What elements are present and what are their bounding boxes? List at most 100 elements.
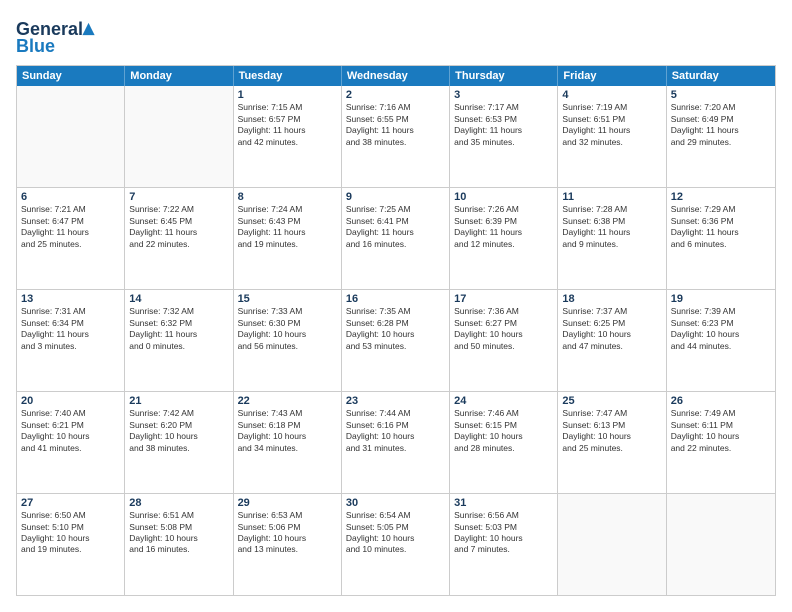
day-info: Sunrise: 6:54 AM Sunset: 5:05 PM Dayligh… <box>346 510 445 556</box>
day-info: Sunrise: 7:47 AM Sunset: 6:13 PM Dayligh… <box>562 408 661 454</box>
day-info: Sunrise: 6:56 AM Sunset: 5:03 PM Dayligh… <box>454 510 553 556</box>
day-info: Sunrise: 7:16 AM Sunset: 6:55 PM Dayligh… <box>346 102 445 148</box>
day-cell-9: 9Sunrise: 7:25 AM Sunset: 6:41 PM Daylig… <box>342 188 450 289</box>
day-info: Sunrise: 7:17 AM Sunset: 6:53 PM Dayligh… <box>454 102 553 148</box>
day-number: 20 <box>21 395 120 407</box>
day-cell-11: 11Sunrise: 7:28 AM Sunset: 6:38 PM Dayli… <box>558 188 666 289</box>
calendar-row-2: 13Sunrise: 7:31 AM Sunset: 6:34 PM Dayli… <box>17 289 775 391</box>
day-cell-19: 19Sunrise: 7:39 AM Sunset: 6:23 PM Dayli… <box>667 290 775 391</box>
day-info: Sunrise: 7:15 AM Sunset: 6:57 PM Dayligh… <box>238 102 337 148</box>
day-cell-10: 10Sunrise: 7:26 AM Sunset: 6:39 PM Dayli… <box>450 188 558 289</box>
day-number: 9 <box>346 191 445 203</box>
day-number: 21 <box>129 395 228 407</box>
day-number: 17 <box>454 293 553 305</box>
day-number: 25 <box>562 395 661 407</box>
day-number: 3 <box>454 89 553 101</box>
day-info: Sunrise: 7:33 AM Sunset: 6:30 PM Dayligh… <box>238 306 337 352</box>
header-day-monday: Monday <box>125 66 233 86</box>
day-cell-23: 23Sunrise: 7:44 AM Sunset: 6:16 PM Dayli… <box>342 392 450 493</box>
day-cell-16: 16Sunrise: 7:35 AM Sunset: 6:28 PM Dayli… <box>342 290 450 391</box>
day-cell-5: 5Sunrise: 7:20 AM Sunset: 6:49 PM Daylig… <box>667 86 775 187</box>
calendar: SundayMondayTuesdayWednesdayThursdayFrid… <box>16 65 776 596</box>
day-cell-28: 28Sunrise: 6:51 AM Sunset: 5:08 PM Dayli… <box>125 494 233 595</box>
day-cell-27: 27Sunrise: 6:50 AM Sunset: 5:10 PM Dayli… <box>17 494 125 595</box>
day-number: 12 <box>671 191 771 203</box>
empty-cell-0-1 <box>125 86 233 187</box>
day-info: Sunrise: 7:21 AM Sunset: 6:47 PM Dayligh… <box>21 204 120 250</box>
day-info: Sunrise: 7:26 AM Sunset: 6:39 PM Dayligh… <box>454 204 553 250</box>
logo-bird-icon: ▴ <box>83 15 94 40</box>
header-day-wednesday: Wednesday <box>342 66 450 86</box>
day-cell-4: 4Sunrise: 7:19 AM Sunset: 6:51 PM Daylig… <box>558 86 666 187</box>
day-number: 1 <box>238 89 337 101</box>
day-number: 15 <box>238 293 337 305</box>
day-cell-2: 2Sunrise: 7:16 AM Sunset: 6:55 PM Daylig… <box>342 86 450 187</box>
day-info: Sunrise: 7:44 AM Sunset: 6:16 PM Dayligh… <box>346 408 445 454</box>
day-cell-29: 29Sunrise: 6:53 AM Sunset: 5:06 PM Dayli… <box>234 494 342 595</box>
day-cell-26: 26Sunrise: 7:49 AM Sunset: 6:11 PM Dayli… <box>667 392 775 493</box>
logo-blue: Blue <box>16 36 55 57</box>
day-cell-21: 21Sunrise: 7:42 AM Sunset: 6:20 PM Dayli… <box>125 392 233 493</box>
day-number: 19 <box>671 293 771 305</box>
day-info: Sunrise: 7:46 AM Sunset: 6:15 PM Dayligh… <box>454 408 553 454</box>
empty-cell-0-0 <box>17 86 125 187</box>
calendar-body: 1Sunrise: 7:15 AM Sunset: 6:57 PM Daylig… <box>17 86 775 595</box>
logo: General▴ Blue <box>16 16 94 57</box>
day-cell-14: 14Sunrise: 7:32 AM Sunset: 6:32 PM Dayli… <box>125 290 233 391</box>
day-number: 11 <box>562 191 661 203</box>
day-info: Sunrise: 6:51 AM Sunset: 5:08 PM Dayligh… <box>129 510 228 556</box>
day-cell-3: 3Sunrise: 7:17 AM Sunset: 6:53 PM Daylig… <box>450 86 558 187</box>
page-header: General▴ Blue <box>16 16 776 57</box>
day-info: Sunrise: 7:37 AM Sunset: 6:25 PM Dayligh… <box>562 306 661 352</box>
calendar-header: SundayMondayTuesdayWednesdayThursdayFrid… <box>17 66 775 86</box>
day-info: Sunrise: 7:35 AM Sunset: 6:28 PM Dayligh… <box>346 306 445 352</box>
day-number: 27 <box>21 497 120 509</box>
day-cell-8: 8Sunrise: 7:24 AM Sunset: 6:43 PM Daylig… <box>234 188 342 289</box>
calendar-row-4: 27Sunrise: 6:50 AM Sunset: 5:10 PM Dayli… <box>17 493 775 595</box>
day-info: Sunrise: 7:49 AM Sunset: 6:11 PM Dayligh… <box>671 408 771 454</box>
day-cell-6: 6Sunrise: 7:21 AM Sunset: 6:47 PM Daylig… <box>17 188 125 289</box>
day-cell-18: 18Sunrise: 7:37 AM Sunset: 6:25 PM Dayli… <box>558 290 666 391</box>
day-cell-7: 7Sunrise: 7:22 AM Sunset: 6:45 PM Daylig… <box>125 188 233 289</box>
day-cell-25: 25Sunrise: 7:47 AM Sunset: 6:13 PM Dayli… <box>558 392 666 493</box>
day-number: 7 <box>129 191 228 203</box>
day-number: 14 <box>129 293 228 305</box>
empty-cell-4-6 <box>667 494 775 595</box>
day-info: Sunrise: 7:31 AM Sunset: 6:34 PM Dayligh… <box>21 306 120 352</box>
day-cell-22: 22Sunrise: 7:43 AM Sunset: 6:18 PM Dayli… <box>234 392 342 493</box>
calendar-row-0: 1Sunrise: 7:15 AM Sunset: 6:57 PM Daylig… <box>17 86 775 187</box>
header-day-tuesday: Tuesday <box>234 66 342 86</box>
day-number: 16 <box>346 293 445 305</box>
header-day-friday: Friday <box>558 66 666 86</box>
header-day-thursday: Thursday <box>450 66 558 86</box>
day-number: 8 <box>238 191 337 203</box>
day-cell-30: 30Sunrise: 6:54 AM Sunset: 5:05 PM Dayli… <box>342 494 450 595</box>
day-info: Sunrise: 7:28 AM Sunset: 6:38 PM Dayligh… <box>562 204 661 250</box>
day-cell-17: 17Sunrise: 7:36 AM Sunset: 6:27 PM Dayli… <box>450 290 558 391</box>
day-number: 30 <box>346 497 445 509</box>
day-info: Sunrise: 7:29 AM Sunset: 6:36 PM Dayligh… <box>671 204 771 250</box>
day-number: 24 <box>454 395 553 407</box>
day-info: Sunrise: 7:43 AM Sunset: 6:18 PM Dayligh… <box>238 408 337 454</box>
empty-cell-4-5 <box>558 494 666 595</box>
day-info: Sunrise: 7:42 AM Sunset: 6:20 PM Dayligh… <box>129 408 228 454</box>
day-number: 6 <box>21 191 120 203</box>
day-number: 4 <box>562 89 661 101</box>
day-number: 29 <box>238 497 337 509</box>
day-cell-15: 15Sunrise: 7:33 AM Sunset: 6:30 PM Dayli… <box>234 290 342 391</box>
day-number: 22 <box>238 395 337 407</box>
day-number: 18 <box>562 293 661 305</box>
day-info: Sunrise: 7:36 AM Sunset: 6:27 PM Dayligh… <box>454 306 553 352</box>
day-number: 2 <box>346 89 445 101</box>
day-info: Sunrise: 7:19 AM Sunset: 6:51 PM Dayligh… <box>562 102 661 148</box>
day-info: Sunrise: 7:39 AM Sunset: 6:23 PM Dayligh… <box>671 306 771 352</box>
day-info: Sunrise: 7:24 AM Sunset: 6:43 PM Dayligh… <box>238 204 337 250</box>
day-info: Sunrise: 6:53 AM Sunset: 5:06 PM Dayligh… <box>238 510 337 556</box>
day-number: 5 <box>671 89 771 101</box>
day-number: 26 <box>671 395 771 407</box>
day-info: Sunrise: 7:25 AM Sunset: 6:41 PM Dayligh… <box>346 204 445 250</box>
day-cell-24: 24Sunrise: 7:46 AM Sunset: 6:15 PM Dayli… <box>450 392 558 493</box>
day-cell-13: 13Sunrise: 7:31 AM Sunset: 6:34 PM Dayli… <box>17 290 125 391</box>
day-info: Sunrise: 7:22 AM Sunset: 6:45 PM Dayligh… <box>129 204 228 250</box>
day-number: 13 <box>21 293 120 305</box>
